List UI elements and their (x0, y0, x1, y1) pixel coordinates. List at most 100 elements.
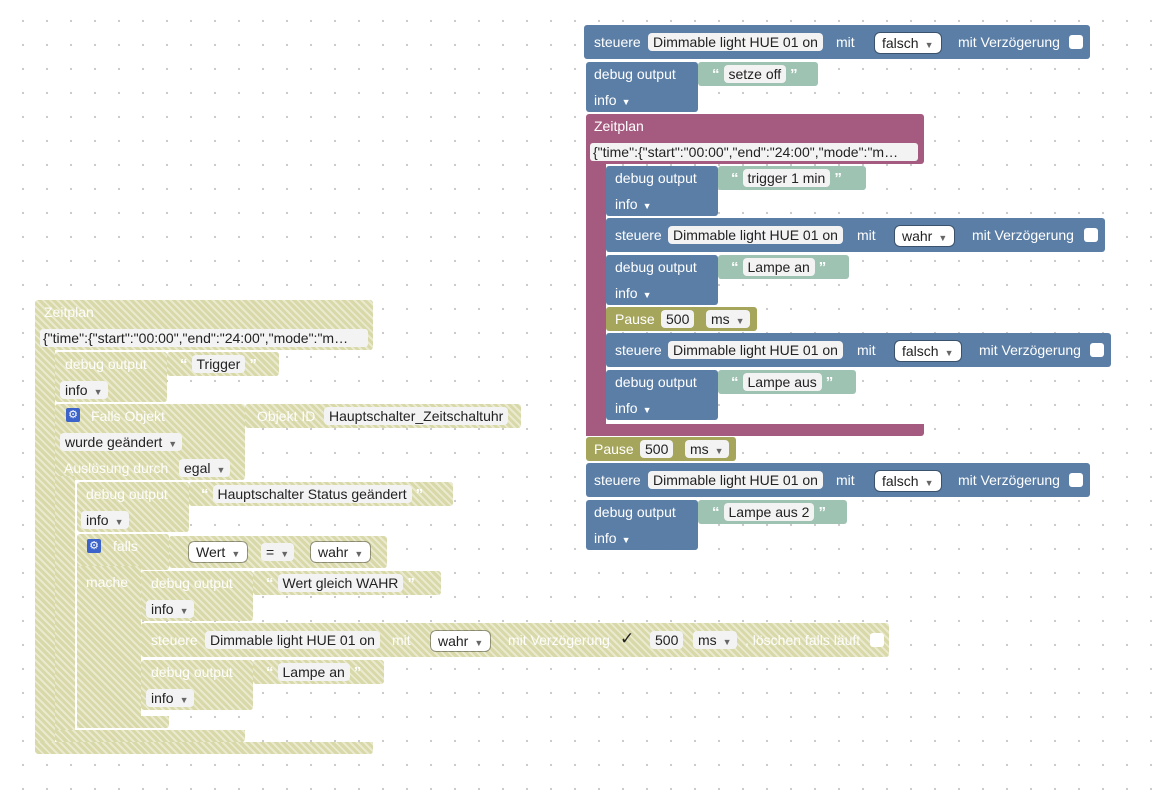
chevron-down-icon: ▼ (924, 478, 934, 488)
object-id-field[interactable]: Hauptschalter_Zeitschaltuhr (324, 407, 509, 425)
compare-value-dropdown[interactable]: Wert ▼ (190, 543, 247, 561)
chevron-down-icon: ▼ (722, 637, 732, 647)
level-dropdown[interactable]: info ▼ (146, 600, 194, 618)
compare-bool-text: wahr (318, 544, 349, 560)
quote-open-icon: “ (712, 66, 720, 83)
delay-checkbox[interactable] (1069, 473, 1083, 487)
string-field[interactable]: Lampe an (742, 258, 815, 276)
object-id-label: Objekt ID (257, 408, 316, 424)
with-delay-label: mit Verzögerung (972, 227, 1074, 243)
unit-text: ms (690, 441, 709, 457)
quote-open-icon: “ (201, 486, 209, 503)
operator-dropdown[interactable]: = ▼ (261, 543, 295, 561)
delay-checkbox[interactable] (1090, 343, 1104, 357)
chevron-down-icon: ▼ (714, 446, 724, 456)
chevron-down-icon: ▼ (642, 290, 652, 300)
pause-ms-field[interactable]: 500 (661, 310, 695, 328)
pause-ms-field[interactable]: 500 (640, 440, 674, 458)
device-field[interactable]: Dimmable light HUE 01 on (648, 471, 823, 489)
device-field[interactable]: Dimmable light HUE 01 on (205, 631, 380, 649)
quote-open-icon: “ (731, 170, 739, 187)
chevron-down-icon: ▼ (280, 549, 290, 559)
delay-checkbox[interactable] (1084, 228, 1098, 242)
on-object-change-bottom (55, 730, 245, 742)
level-dropdown[interactable]: info ▼ (615, 195, 652, 215)
unit-text: ms (698, 632, 717, 648)
value-dropdown[interactable]: falsch ▼ (876, 472, 940, 490)
quote-close-icon: ” (407, 575, 415, 592)
with-label: mit (857, 227, 876, 243)
with-delay-label: mit Verzögerung (979, 342, 1081, 358)
string-field[interactable]: Lampe aus (742, 373, 822, 391)
level-text: info (615, 400, 638, 416)
trigger-source-dropdown[interactable]: egal ▼ (179, 459, 231, 477)
value-dropdown[interactable]: falsch ▼ (896, 342, 960, 360)
string-field[interactable]: Lampe an (277, 663, 350, 681)
level-dropdown[interactable]: info ▼ (594, 529, 631, 549)
blockly-workspace[interactable]: { "labels": { "control": "steuere", "wit… (0, 0, 1167, 798)
chevron-down-icon: ▼ (642, 201, 652, 211)
chevron-down-icon: ▼ (474, 638, 484, 648)
chevron-down-icon: ▼ (168, 439, 178, 449)
with-label: mit (392, 632, 411, 648)
quote-close-icon: ” (818, 259, 827, 276)
string-content: “Lampe aus” (727, 373, 837, 391)
if-block-bottom (77, 716, 169, 728)
unit-dropdown[interactable]: ms ▼ (706, 310, 750, 328)
level-text: info (151, 601, 174, 617)
unit-dropdown[interactable]: ms ▼ (685, 440, 729, 458)
pause-label: Pause (594, 441, 634, 457)
value-dropdown[interactable]: wahr ▼ (896, 227, 954, 245)
gear-icon[interactable]: ⚙ (87, 539, 101, 553)
unit-dropdown[interactable]: ms ▼ (693, 631, 737, 649)
string-field[interactable]: Hauptschalter Status geändert (212, 485, 412, 503)
quote-open-icon: “ (731, 259, 739, 276)
quote-close-icon: ” (834, 170, 842, 187)
level-text: info (615, 285, 638, 301)
control-label: steuere (594, 472, 641, 488)
schedule-json-field[interactable]: {"time":{"start":"00:00","end":"24:00","… (40, 329, 368, 347)
chevron-down-icon: ▼ (938, 233, 948, 243)
device-field[interactable]: Dimmable light HUE 01 on (648, 33, 823, 51)
gear-icon[interactable]: ⚙ (66, 408, 80, 422)
level-dropdown[interactable]: info ▼ (615, 284, 652, 304)
level-dropdown[interactable]: info ▼ (146, 689, 194, 707)
pause-label: Pause (615, 311, 655, 327)
level-dropdown[interactable]: info ▼ (60, 381, 108, 399)
compare-bool-dropdown[interactable]: wahr ▼ (312, 543, 370, 561)
level-dropdown[interactable]: info ▼ (81, 511, 129, 529)
quote-close-icon: ” (249, 356, 257, 373)
quote-open-icon: “ (266, 575, 274, 592)
clear-if-running-checkbox[interactable] (870, 633, 884, 647)
chevron-down-icon: ▼ (354, 549, 364, 559)
triggered-by-label: Auslösung durch (64, 460, 169, 476)
string-field[interactable]: Trigger (191, 355, 246, 373)
value-dropdown[interactable]: falsch ▼ (876, 34, 940, 52)
delay-checkbox[interactable] (1069, 35, 1083, 49)
quote-close-icon: ” (790, 66, 798, 83)
chevron-down-icon: ▼ (735, 316, 745, 326)
delay-checked-checkbox[interactable]: ✓ (620, 629, 634, 649)
string-field[interactable]: Wert gleich WAHR (277, 574, 404, 592)
value-dropdown[interactable]: wahr ▼ (432, 632, 490, 650)
chevron-down-icon: ▼ (621, 97, 631, 107)
chevron-down-icon: ▼ (179, 695, 189, 705)
level-dropdown[interactable]: info ▼ (615, 399, 652, 419)
string-content: “Hauptschalter Status geändert” (197, 485, 427, 503)
device-field[interactable]: Dimmable light HUE 01 on (668, 226, 843, 244)
schedule-json-field[interactable]: {"time":{"start":"00:00","end":"24:00","… (590, 143, 918, 161)
schedule-spine-disabled (35, 346, 55, 746)
compare-value-text: Wert (196, 544, 226, 560)
chevron-down-icon: ▼ (93, 387, 103, 397)
device-field[interactable]: Dimmable light HUE 01 on (668, 341, 843, 359)
change-type-dropdown[interactable]: wurde geändert ▼ (60, 433, 183, 451)
string-field[interactable]: Lampe aus 2 (723, 503, 815, 521)
quote-open-icon: “ (731, 374, 739, 391)
quote-close-icon: ” (825, 374, 834, 391)
string-field[interactable]: trigger 1 min (742, 169, 831, 187)
string-field[interactable]: setze off (723, 65, 787, 83)
delay-ms-field[interactable]: 500 (650, 631, 684, 649)
level-dropdown[interactable]: info ▼ (594, 91, 631, 111)
debug-label: debug output (86, 486, 168, 502)
level-text: info (86, 512, 109, 528)
